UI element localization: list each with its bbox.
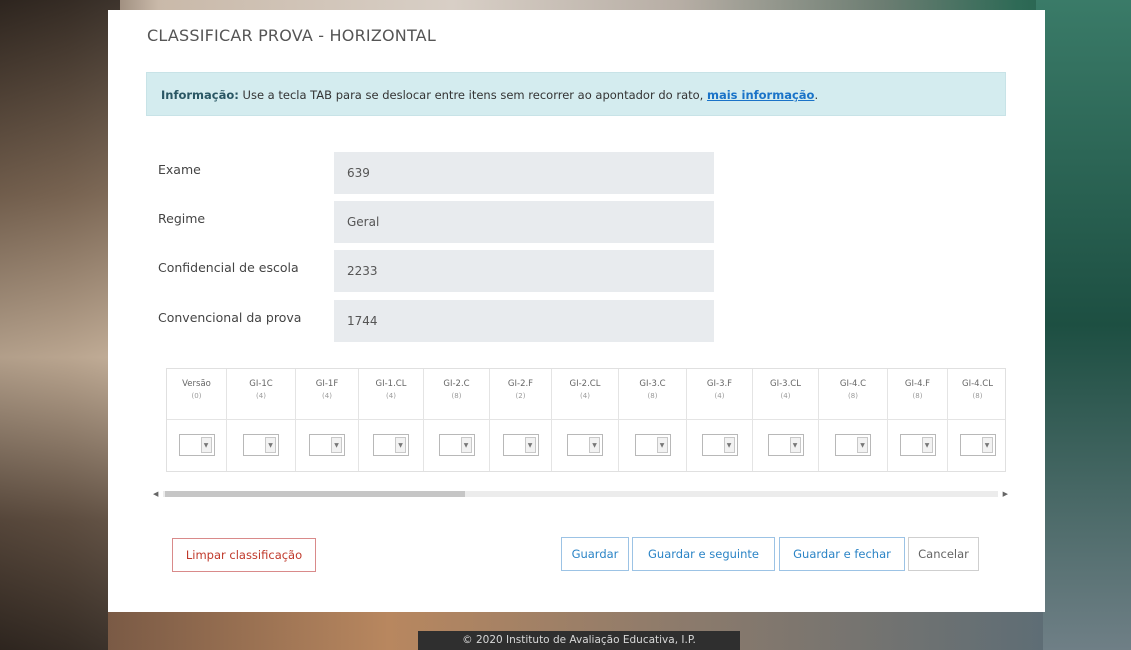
save-next-button[interactable]: Guardar e seguinte: [632, 537, 775, 571]
grid-column: GI-3.C (8) ▼: [619, 369, 687, 471]
version-select[interactable]: ▼: [178, 434, 215, 456]
field-label: Convencional da prova: [158, 310, 302, 325]
info-tail: .: [814, 88, 819, 102]
column-max: (4): [780, 392, 791, 400]
score-select[interactable]: ▼: [959, 434, 996, 456]
info-label: Informação:: [161, 88, 239, 102]
chevron-down-icon: ▼: [723, 437, 735, 453]
column-header: GI-2.F: [507, 379, 534, 389]
field-exame: Exame 639: [158, 152, 718, 194]
chevron-down-icon: ▼: [789, 437, 801, 453]
info-alert: Informação: Use a tecla TAB para se desl…: [146, 72, 1006, 116]
column-max: (8): [912, 392, 923, 400]
background-photo-right: [1036, 0, 1131, 650]
column-header: GI-3.C: [639, 379, 666, 389]
chevron-down-icon: ▼: [921, 437, 933, 453]
field-label: Regime: [158, 211, 206, 226]
chevron-down-icon: ▼: [265, 437, 276, 453]
modal-title: CLASSIFICAR PROVA - HORIZONTAL: [147, 26, 436, 45]
grid-column: GI-3.CL (4) ▼: [753, 369, 819, 471]
horizontal-scrollbar[interactable]: ◀ ▶: [153, 488, 1008, 500]
grid-column: GI-2.CL (4) ▼: [552, 369, 619, 471]
scroll-left-icon[interactable]: ◀: [153, 488, 161, 500]
chevron-down-icon: ▼: [200, 437, 212, 453]
column-max: (4): [714, 392, 725, 400]
score-select[interactable]: ▼: [767, 434, 804, 456]
chevron-down-icon: ▼: [331, 437, 342, 453]
score-select[interactable]: ▼: [373, 434, 409, 456]
column-max: (0): [191, 392, 202, 400]
column-header: GI-2.C: [443, 379, 470, 389]
cancel-button[interactable]: Cancelar: [908, 537, 979, 571]
grid-column: GI-4.F (8) ▼: [888, 369, 948, 471]
background-photo-left: [0, 0, 120, 650]
field-confidencial: Confidencial de escola 2233: [158, 250, 718, 292]
grid-column: GI-1F (4) ▼: [296, 369, 359, 471]
confidencial-value: 2233: [334, 250, 714, 292]
column-header: GI-2.CL: [569, 379, 601, 389]
column-max: (4): [322, 392, 332, 400]
chevron-down-icon: ▼: [656, 437, 668, 453]
column-header: GI-1C: [249, 379, 273, 389]
column-max: (4): [386, 392, 396, 400]
grid-column: GI-2.F (2) ▼: [490, 369, 552, 471]
chevron-down-icon: ▼: [524, 437, 536, 453]
clear-classification-button[interactable]: Limpar classificação: [172, 538, 316, 572]
grid-column: GI-4.C (8) ▼: [819, 369, 888, 471]
grid-column: GI-2.C (8) ▼: [424, 369, 490, 471]
column-header: GI-4.C: [839, 379, 867, 389]
score-select[interactable]: ▼: [438, 434, 475, 456]
score-select[interactable]: ▼: [701, 434, 738, 456]
field-label: Exame: [158, 162, 201, 177]
field-label: Confidencial de escola: [158, 260, 299, 275]
score-select[interactable]: ▼: [567, 434, 603, 456]
regime-value: Geral: [334, 201, 714, 243]
score-select[interactable]: ▼: [502, 434, 539, 456]
column-header: GI-3.CL: [770, 379, 801, 389]
chevron-down-icon: ▼: [460, 437, 472, 453]
save-button[interactable]: Guardar: [561, 537, 629, 571]
footer-copyright: © 2020 Instituto de Avaliação Educativa,…: [418, 631, 740, 650]
column-header: GI-3.F: [706, 379, 733, 389]
classification-grid: Versão (0) ▼ GI-1C (4) ▼ GI-1F (4) ▼ GI-1.C…: [166, 368, 1006, 472]
score-select[interactable]: ▼: [835, 434, 871, 456]
exame-value: 639: [334, 152, 714, 194]
column-header: Versão: [182, 379, 211, 389]
grid-column: GI-3.F (4) ▼: [687, 369, 753, 471]
chevron-down-icon: ▼: [857, 437, 868, 453]
column-max: (8): [972, 392, 983, 400]
save-close-button[interactable]: Guardar e fechar: [779, 537, 905, 571]
scroll-thumb[interactable]: [165, 491, 465, 497]
score-select[interactable]: ▼: [243, 434, 279, 456]
column-max: (4): [580, 392, 590, 400]
column-header: GI-4.CL: [962, 379, 993, 389]
field-regime: Regime Geral: [158, 201, 718, 243]
grid-column: GI-1.CL (4) ▼: [359, 369, 424, 471]
classify-modal: CLASSIFICAR PROVA - HORIZONTAL Informaçã…: [108, 10, 1045, 612]
scroll-right-icon[interactable]: ▶: [1000, 488, 1008, 500]
chevron-down-icon: ▼: [395, 437, 406, 453]
column-max: (2): [515, 392, 526, 400]
score-select[interactable]: ▼: [309, 434, 345, 456]
chevron-down-icon: ▼: [981, 437, 993, 453]
column-header: GI-4.F: [904, 379, 931, 389]
grid-column: GI-1C (4) ▼: [227, 369, 296, 471]
grid-column: Versão (0) ▼: [167, 369, 227, 471]
score-select[interactable]: ▼: [899, 434, 936, 456]
convencional-value: 1744: [334, 300, 714, 342]
column-header: GI-1F: [315, 379, 339, 389]
column-max: (8): [647, 392, 658, 400]
more-info-link[interactable]: mais informação: [707, 88, 814, 102]
chevron-down-icon: ▼: [589, 437, 600, 453]
score-select[interactable]: ▼: [634, 434, 671, 456]
grid-column: GI-4.CL (8) ▼: [948, 369, 1005, 471]
column-header: GI-1.CL: [375, 379, 407, 389]
column-max: (4): [256, 392, 266, 400]
column-max: (8): [451, 392, 462, 400]
column-max: (8): [848, 392, 858, 400]
field-convencional: Convencional da prova 1744: [158, 300, 718, 342]
info-text: Use a tecla TAB para se deslocar entre i…: [242, 88, 704, 102]
